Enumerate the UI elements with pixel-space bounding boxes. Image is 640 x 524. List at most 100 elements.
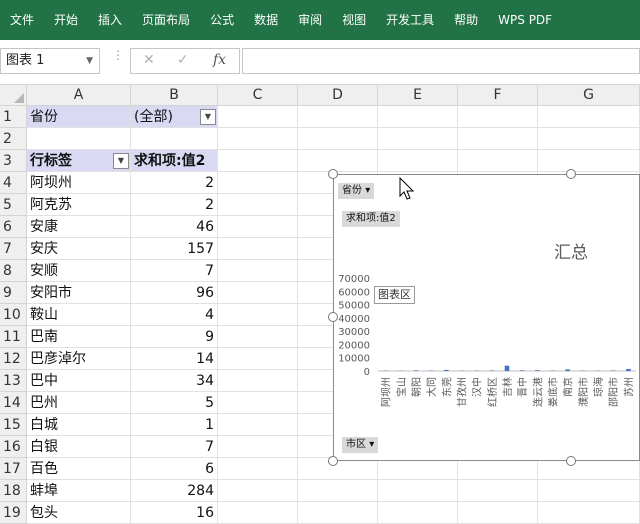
cell[interactable]: [538, 458, 640, 480]
cell[interactable]: [378, 106, 458, 128]
cell[interactable]: [218, 282, 298, 304]
resize-handle-bottom-mid[interactable]: [566, 456, 576, 466]
cell[interactable]: [218, 172, 298, 194]
resize-handle-top-mid[interactable]: [566, 169, 576, 179]
cell[interactable]: [538, 480, 640, 502]
tab-wps-pdf[interactable]: WPS PDF: [488, 0, 562, 40]
tab-developer[interactable]: 开发工具: [376, 0, 444, 40]
pivot-row-name[interactable]: 百色: [27, 458, 131, 480]
tab-home[interactable]: 开始: [44, 0, 88, 40]
tab-formulas[interactable]: 公式: [200, 0, 244, 40]
tab-data[interactable]: 数据: [244, 0, 288, 40]
column-header-a[interactable]: A: [27, 85, 131, 106]
cell[interactable]: [27, 128, 131, 150]
column-header-e[interactable]: E: [378, 85, 458, 106]
pivot-row-value[interactable]: 96: [131, 282, 218, 304]
row-header-10[interactable]: 10: [0, 304, 27, 326]
row-header-7[interactable]: 7: [0, 238, 27, 260]
row-header-8[interactable]: 8: [0, 260, 27, 282]
chart-plot-area[interactable]: 010000200003000040000500006000070000阿坝州宝…: [334, 175, 639, 460]
pivot-row-value[interactable]: 5: [131, 392, 218, 414]
pivot-row-name[interactable]: 包头: [27, 502, 131, 524]
pivot-row-value[interactable]: 1: [131, 414, 218, 436]
pivot-row-value[interactable]: 4: [131, 304, 218, 326]
row-header-15[interactable]: 15: [0, 414, 27, 436]
pivot-row-value[interactable]: 2: [131, 194, 218, 216]
cell[interactable]: [218, 194, 298, 216]
row-header-18[interactable]: 18: [0, 480, 27, 502]
row-label-filter-button[interactable]: ▼: [113, 153, 129, 169]
pivot-row-value[interactable]: 7: [131, 436, 218, 458]
column-header-b[interactable]: B: [131, 85, 218, 106]
cell[interactable]: [458, 480, 538, 502]
cell[interactable]: [458, 150, 538, 172]
cell[interactable]: [218, 304, 298, 326]
column-header-g[interactable]: G: [538, 85, 640, 106]
cell[interactable]: [538, 150, 640, 172]
pivot-row-name[interactable]: 巴南: [27, 326, 131, 348]
cell[interactable]: [378, 458, 458, 480]
chevron-down-icon[interactable]: ▼: [86, 49, 93, 73]
pivot-row-value[interactable]: 157: [131, 238, 218, 260]
cell[interactable]: [218, 502, 298, 524]
pivot-row-name[interactable]: 安阳市: [27, 282, 131, 304]
cell[interactable]: [218, 238, 298, 260]
cell[interactable]: [218, 260, 298, 282]
pivot-row-name[interactable]: 蚌埠: [27, 480, 131, 502]
tab-review[interactable]: 审阅: [288, 0, 332, 40]
confirm-icon[interactable]: ✓: [177, 52, 189, 68]
resize-handle-bottom-left[interactable]: [328, 456, 338, 466]
row-header-2[interactable]: 2: [0, 128, 27, 150]
pivot-row-name[interactable]: 鞍山: [27, 304, 131, 326]
cell[interactable]: [218, 436, 298, 458]
pivot-value-header[interactable]: 求和项:值2: [131, 150, 218, 172]
row-header-12[interactable]: 12: [0, 348, 27, 370]
cell[interactable]: [218, 326, 298, 348]
pivot-row-name[interactable]: 巴彦淖尔: [27, 348, 131, 370]
row-header-9[interactable]: 9: [0, 282, 27, 304]
pivot-row-name[interactable]: 白城: [27, 414, 131, 436]
cell[interactable]: [378, 480, 458, 502]
row-header-17[interactable]: 17: [0, 458, 27, 480]
pivot-row-name[interactable]: 安顺: [27, 260, 131, 282]
name-box[interactable]: 图表 1 ▼: [0, 48, 100, 74]
column-header-d[interactable]: D: [298, 85, 378, 106]
cell[interactable]: [298, 150, 378, 172]
row-header-1[interactable]: 1: [0, 106, 27, 128]
tab-help[interactable]: 帮助: [444, 0, 488, 40]
pivot-row-name[interactable]: 阿坝州: [27, 172, 131, 194]
pivot-row-name[interactable]: 巴中: [27, 370, 131, 392]
select-all-corner[interactable]: [0, 85, 27, 106]
pivot-row-value[interactable]: 14: [131, 348, 218, 370]
tab-insert[interactable]: 插入: [88, 0, 132, 40]
cell[interactable]: [458, 128, 538, 150]
cell[interactable]: [298, 502, 378, 524]
cell[interactable]: [218, 216, 298, 238]
pivot-row-value[interactable]: 6: [131, 458, 218, 480]
pivot-row-value[interactable]: 284: [131, 480, 218, 502]
cell[interactable]: [218, 106, 298, 128]
pivot-filter-dropdown-button[interactable]: ▼: [200, 109, 216, 125]
pivot-row-value[interactable]: 46: [131, 216, 218, 238]
pivot-row-name[interactable]: 阿克苏: [27, 194, 131, 216]
pivot-row-name[interactable]: 白银: [27, 436, 131, 458]
function-icon[interactable]: fx: [213, 52, 226, 68]
cell[interactable]: [218, 150, 298, 172]
row-header-3[interactable]: 3: [0, 150, 27, 172]
cell[interactable]: [218, 458, 298, 480]
cell[interactable]: [458, 502, 538, 524]
cell[interactable]: [458, 106, 538, 128]
drag-handle-icon[interactable]: ⋮: [112, 52, 124, 58]
pivot-filter-label[interactable]: 省份: [27, 106, 131, 128]
cell[interactable]: [538, 502, 640, 524]
row-header-16[interactable]: 16: [0, 436, 27, 458]
pivot-row-value[interactable]: 7: [131, 260, 218, 282]
cell[interactable]: [298, 480, 378, 502]
pivot-row-name[interactable]: 安庆: [27, 238, 131, 260]
cell[interactable]: [298, 458, 378, 480]
pivot-row-value[interactable]: 16: [131, 502, 218, 524]
pivot-row-value[interactable]: 9: [131, 326, 218, 348]
cell[interactable]: [458, 458, 538, 480]
chart-axis-field-button[interactable]: 市区 ▾: [342, 437, 378, 453]
cell[interactable]: [131, 128, 218, 150]
